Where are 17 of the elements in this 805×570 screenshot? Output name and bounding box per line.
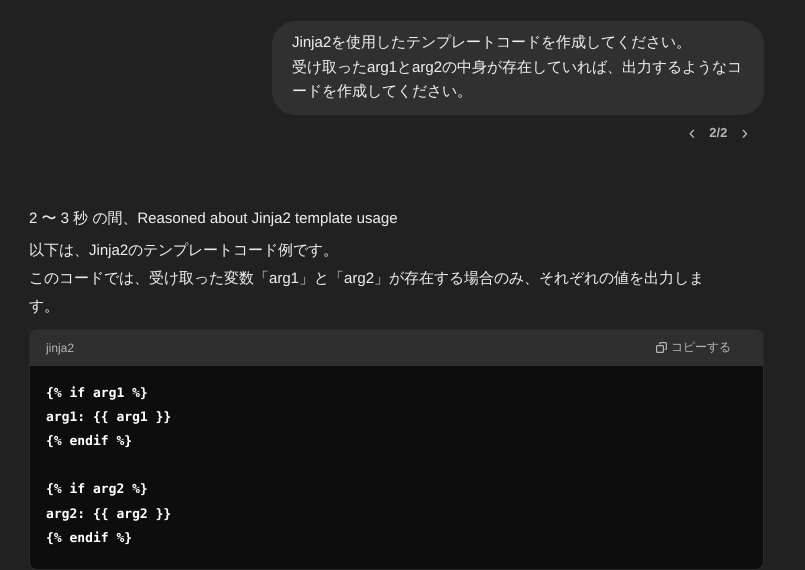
code-language: jinja2 [46, 340, 74, 354]
page-count: 2/2 [709, 125, 728, 140]
message-text: Jinja2を使用したテンプレートコードを作成してください。 [292, 33, 692, 53]
code-line: {% endif %} [46, 433, 134, 452]
next-button[interactable]: › [739, 122, 750, 142]
reasoning-summary[interactable]: 2 〜 3 秒 の間、Reasoned about Jinja2 template usage [29, 206, 764, 230]
code-line: {% if arg2 %} [46, 481, 149, 500]
code-line: {% endif %} [46, 530, 134, 548]
response-text: このコードでは、受け取った変数「arg1」と「arg2」が存在する場合のみ、それぞれの値を出力します。 [29, 268, 706, 316]
previous-button[interactable]: ‹ [686, 122, 698, 142]
response-text: 以下は、Jinja2のテンプレートコード例です。 [29, 240, 340, 260]
copy-icon [656, 342, 667, 353]
copy-button[interactable]: コピーする [656, 339, 731, 356]
message-text: 受け取ったarg1とarg2の中身が存在していれば、出力するようなコードを作成してください。 [292, 58, 744, 102]
code-line: arg2: {{ arg2 }} [46, 506, 172, 524]
code-line: {% if arg1 %} [46, 384, 149, 402]
code-line: arg1: {{ arg1 }} [46, 408, 172, 427]
